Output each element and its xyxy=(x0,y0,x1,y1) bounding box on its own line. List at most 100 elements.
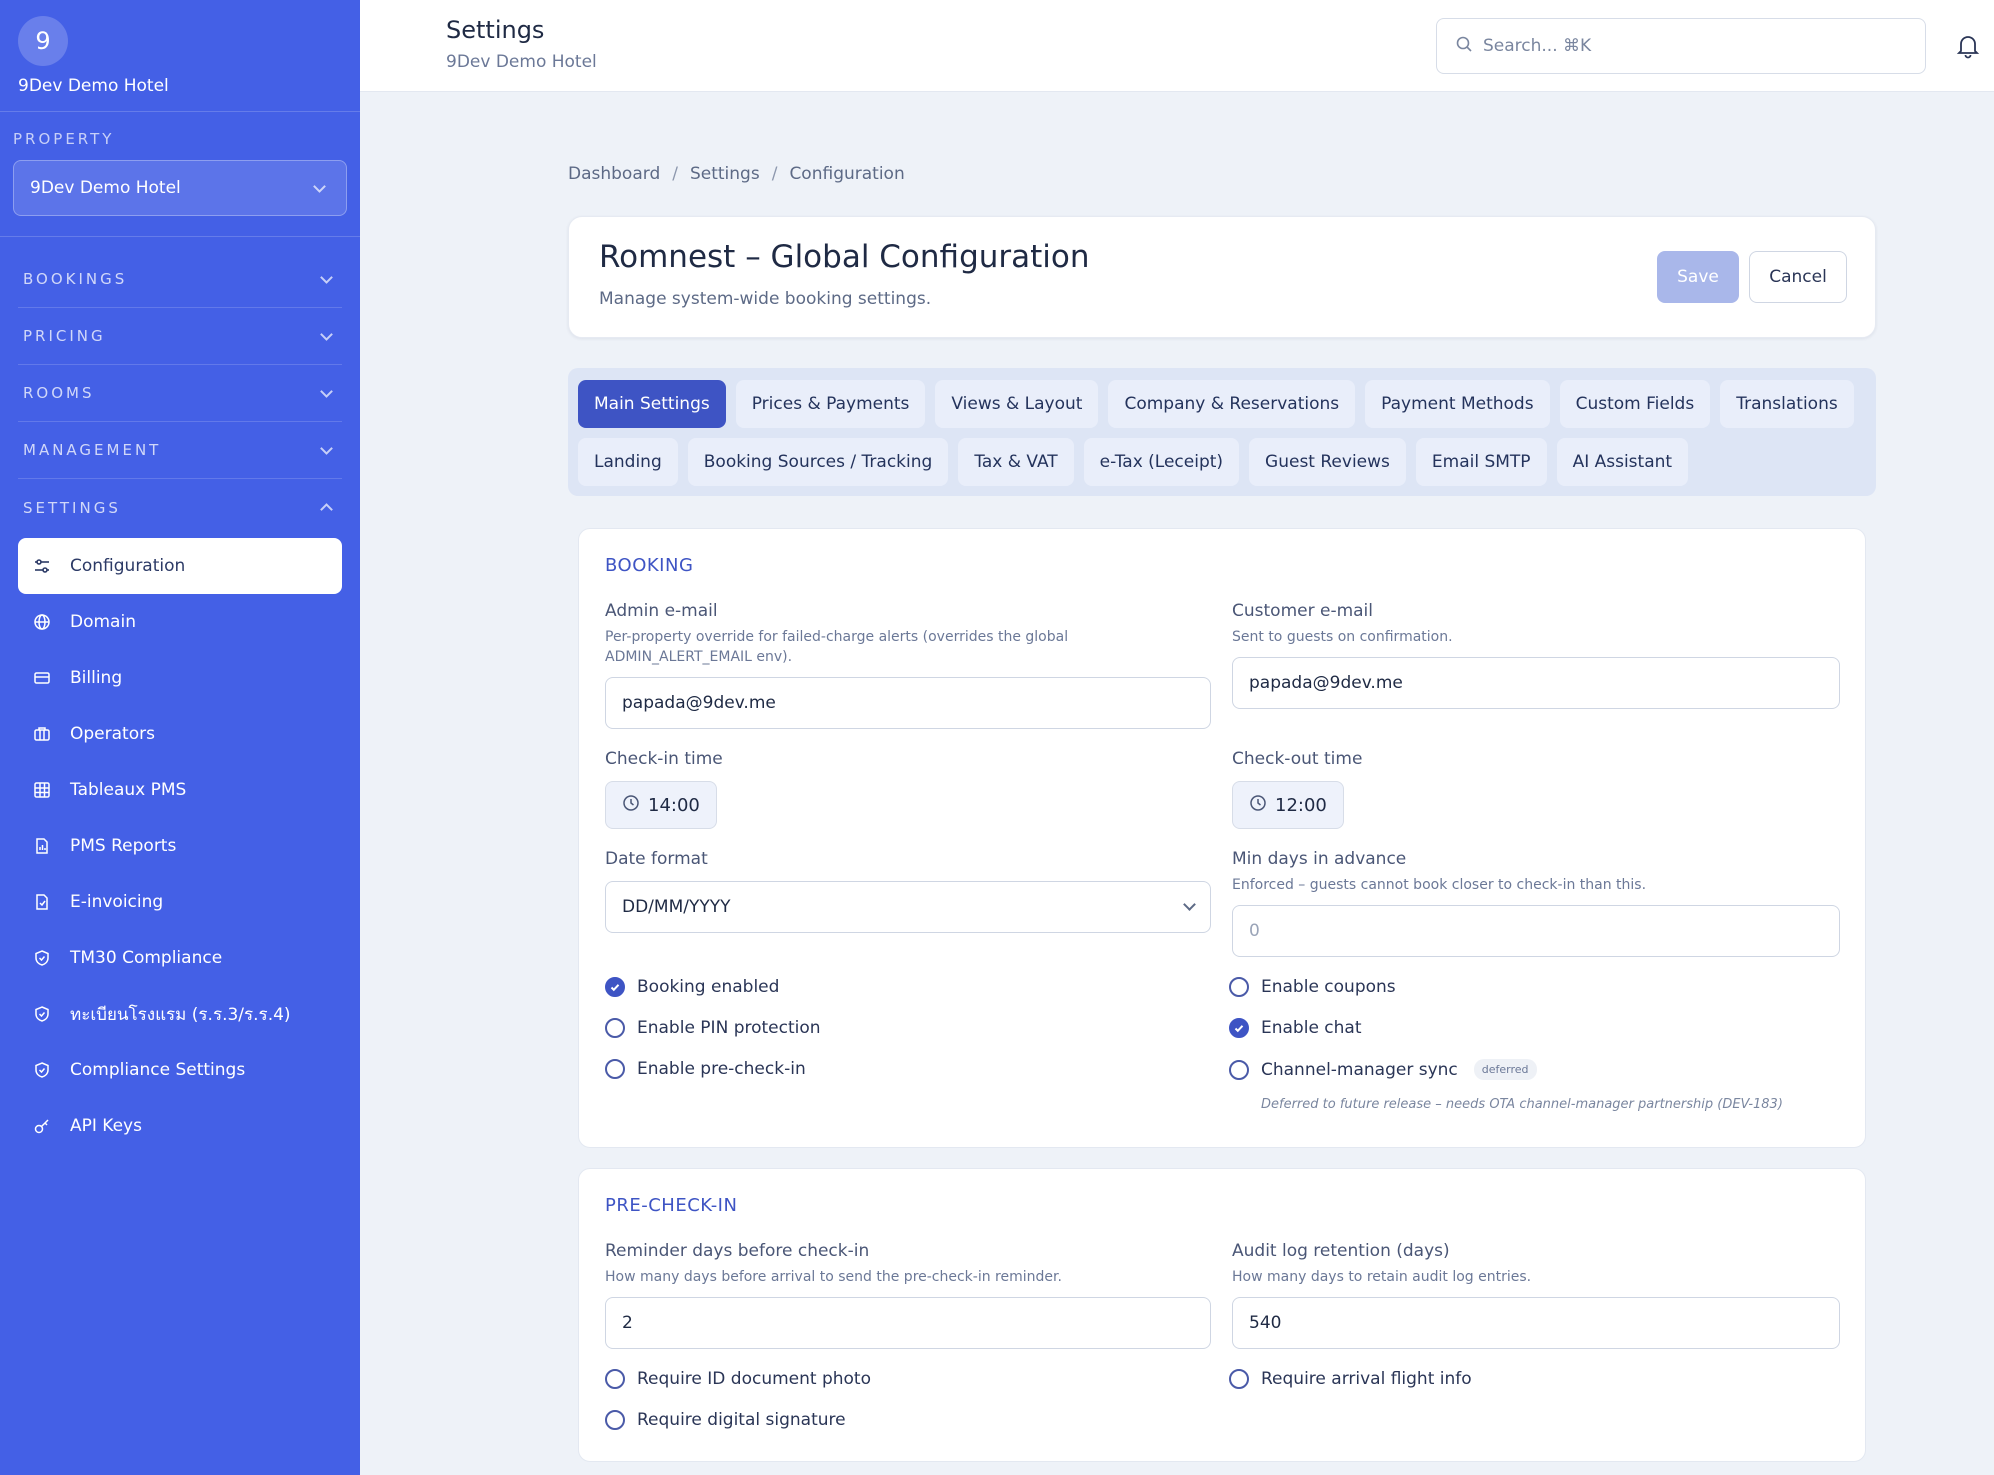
tab-tax-vat[interactable]: Tax & VAT xyxy=(958,438,1074,486)
tab-ai-assistant[interactable]: AI Assistant xyxy=(1556,438,1689,486)
cancel-button[interactable]: Cancel xyxy=(1749,251,1847,303)
save-button[interactable]: Save xyxy=(1657,251,1739,303)
deferred-note: Deferred to future release – needs OTA c… xyxy=(1261,1097,1783,1112)
nav-group-bookings[interactable]: BOOKINGS xyxy=(18,251,342,308)
sidebar-item-label: PMS Reports xyxy=(70,836,177,856)
checkout-time-picker[interactable]: 12:00 xyxy=(1232,781,1344,829)
checkin-time-value: 14:00 xyxy=(648,794,700,816)
min-days-field[interactable] xyxy=(1232,905,1840,957)
nav-group-settings[interactable]: SETTINGS xyxy=(18,479,342,536)
chat-checkbox[interactable]: Enable chat xyxy=(1229,1018,1362,1038)
sidebar-item-billing[interactable]: Billing xyxy=(18,650,342,706)
breadcrumb: Dashboard / Settings / Configuration xyxy=(568,164,905,184)
shield-check-icon xyxy=(32,948,52,968)
nav-group-management[interactable]: MANAGEMENT xyxy=(18,422,342,479)
tab-guest-reviews[interactable]: Guest Reviews xyxy=(1249,438,1406,486)
tab-email-smtp[interactable]: Email SMTP xyxy=(1415,438,1547,486)
sidebar-item-tm30-compliance[interactable]: TM30 Compliance xyxy=(18,930,342,986)
sidebar-item-label: Domain xyxy=(70,612,136,632)
nav-group-label: ROOMS xyxy=(23,384,95,402)
property-select-value: 9Dev Demo Hotel xyxy=(30,178,181,198)
tab-main-settings[interactable]: Main Settings xyxy=(578,380,726,428)
reminder-days-help: How many days before arrival to send the… xyxy=(605,1269,1062,1285)
tab-landing[interactable]: Landing xyxy=(578,438,678,486)
channel-manager-checkbox[interactable]: Channel-manager sync deferred xyxy=(1229,1059,1537,1080)
bell-icon[interactable] xyxy=(1954,32,1982,60)
checkbox-unchecked-icon xyxy=(1229,977,1249,997)
sidebar-item-api-keys[interactable]: API Keys xyxy=(18,1098,342,1154)
brand: 9 9Dev Demo Hotel xyxy=(0,0,360,112)
sidebar-item-operators[interactable]: Operators xyxy=(18,706,342,762)
breadcrumb-separator: / xyxy=(771,164,778,184)
checkbox-unchecked-icon xyxy=(605,1410,625,1430)
sidebar-item-domain[interactable]: Domain xyxy=(18,594,342,650)
sidebar-item-label: ทะเบียนโรงแรม (ร.ร.3/ร.ร.4) xyxy=(70,1004,291,1025)
tab-e-tax[interactable]: e-Tax (Leceipt) xyxy=(1083,438,1240,486)
tab-payment-methods[interactable]: Payment Methods xyxy=(1365,380,1550,428)
nav-group-pricing[interactable]: PRICING xyxy=(18,308,342,365)
settings-items: Configuration Domain Billing Operators T… xyxy=(18,536,342,1154)
checkbox-label: Require ID document photo xyxy=(637,1369,871,1389)
booking-section-title: BOOKING xyxy=(605,555,694,576)
sidebar-item-label: Billing xyxy=(70,668,123,688)
brand-avatar[interactable]: 9 xyxy=(18,16,68,66)
customer-email-help: Sent to guests on confirmation. xyxy=(1232,629,1453,645)
checkbox-unchecked-icon xyxy=(605,1059,625,1079)
search-input[interactable] xyxy=(1483,36,1903,56)
audit-retention-field[interactable] xyxy=(1232,1297,1840,1349)
breadcrumb-dashboard[interactable]: Dashboard xyxy=(568,164,660,184)
coupons-checkbox[interactable]: Enable coupons xyxy=(1229,977,1396,997)
tab-company-reservations[interactable]: Company & Reservations xyxy=(1108,380,1356,428)
credit-card-icon xyxy=(32,668,52,688)
booking-card: BOOKING Admin e-mail Per-property overri… xyxy=(578,528,1866,1148)
sidebar-item-tableaux-pms[interactable]: Tableaux PMS xyxy=(18,762,342,818)
config-title: Romnest – Global Configuration xyxy=(599,239,1090,275)
pre-checkin-section-title: PRE-CHECK-IN xyxy=(605,1195,738,1216)
tab-custom-fields[interactable]: Custom Fields xyxy=(1559,380,1711,428)
checkbox-unchecked-icon xyxy=(1229,1059,1249,1080)
sidebar-item-compliance-settings[interactable]: Compliance Settings xyxy=(18,1042,342,1098)
checkbox-label: Enable PIN protection xyxy=(637,1018,821,1038)
reminder-days-field[interactable] xyxy=(605,1297,1211,1349)
sidebar-item-e-invoicing[interactable]: E-invoicing xyxy=(18,874,342,930)
require-flight-info-checkbox[interactable]: Require arrival flight info xyxy=(1229,1369,1472,1389)
checkbox-label: Enable pre-check-in xyxy=(637,1059,806,1079)
report-icon xyxy=(32,836,52,856)
require-signature-checkbox[interactable]: Require digital signature xyxy=(605,1410,846,1430)
checkin-time-picker[interactable]: 14:00 xyxy=(605,781,717,829)
require-id-photo-checkbox[interactable]: Require ID document photo xyxy=(605,1369,871,1389)
checkbox-label: Booking enabled xyxy=(637,977,780,997)
nav-group-label: BOOKINGS xyxy=(23,270,128,288)
booking-enabled-checkbox[interactable]: Booking enabled xyxy=(605,977,779,997)
sidebar-item-label: E-invoicing xyxy=(70,892,164,912)
sidebar-item-label: Operators xyxy=(70,724,155,744)
breadcrumb-settings[interactable]: Settings xyxy=(690,164,760,184)
sidebar-item-pms-reports[interactable]: PMS Reports xyxy=(18,818,342,874)
chevron-down-icon xyxy=(320,270,333,284)
property-select[interactable]: 9Dev Demo Hotel xyxy=(13,160,347,216)
tab-prices-payments[interactable]: Prices & Payments xyxy=(735,380,926,428)
date-format-select[interactable]: DD/MM/YYYY xyxy=(605,881,1211,933)
shield-check-icon xyxy=(32,1004,52,1024)
tab-booking-sources[interactable]: Booking Sources / Tracking xyxy=(687,438,949,486)
chevron-down-icon xyxy=(320,384,333,398)
customer-email-field[interactable] xyxy=(1232,657,1840,709)
sidebar-item-label: Compliance Settings xyxy=(70,1060,246,1080)
checkbox-unchecked-icon xyxy=(605,1369,625,1389)
admin-email-field[interactable] xyxy=(605,677,1211,729)
search-box[interactable] xyxy=(1436,18,1926,74)
tab-views-layout[interactable]: Views & Layout xyxy=(935,380,1099,428)
checkbox-checked-icon xyxy=(605,977,625,997)
sidebar-item-hotel-registry[interactable]: ทะเบียนโรงแรม (ร.ร.3/ร.ร.4) xyxy=(18,986,342,1042)
tab-translations[interactable]: Translations xyxy=(1720,380,1854,428)
pre-checkin-card: PRE-CHECK-IN Reminder days before check-… xyxy=(578,1168,1866,1462)
nav-group-rooms[interactable]: ROOMS xyxy=(18,365,342,422)
pre-checkin-checkbox[interactable]: Enable pre-check-in xyxy=(605,1059,806,1079)
pin-protection-checkbox[interactable]: Enable PIN protection xyxy=(605,1018,821,1038)
clock-icon xyxy=(1249,794,1267,817)
checkbox-label: Enable chat xyxy=(1261,1018,1362,1038)
clock-icon xyxy=(622,794,640,817)
reminder-days-label: Reminder days before check-in xyxy=(605,1241,870,1261)
sidebar-item-configuration[interactable]: Configuration xyxy=(18,538,342,594)
brand-name: 9Dev Demo Hotel xyxy=(18,76,169,96)
